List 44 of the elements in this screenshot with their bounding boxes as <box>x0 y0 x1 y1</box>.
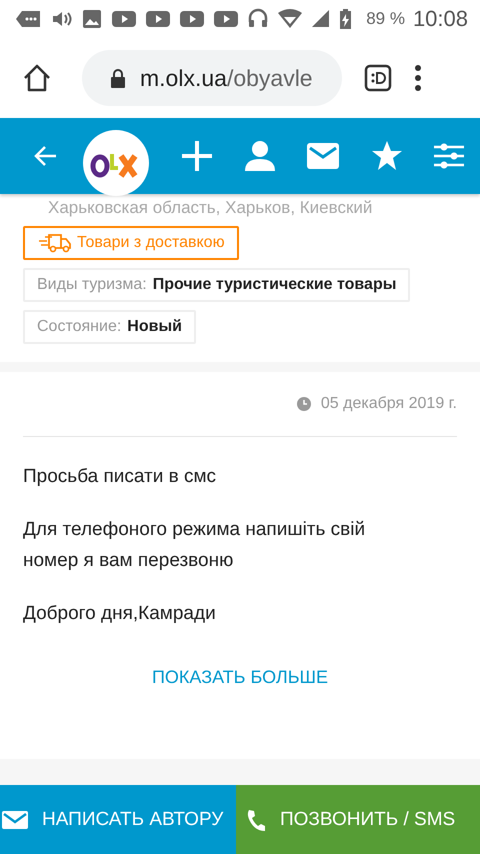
menu-icon[interactable] <box>414 64 422 92</box>
volume-icon <box>52 10 72 28</box>
url-text: m.olx.ua/obyavle <box>140 64 313 92</box>
more-notification-icon <box>16 10 42 28</box>
parameter-value: Новый <box>127 318 182 336</box>
video-icon <box>146 10 170 28</box>
signal-icon <box>312 10 330 28</box>
image-icon <box>82 9 102 29</box>
clock-time: 10:08 <box>412 6 468 32</box>
logo-icon[interactable] <box>83 130 150 196</box>
lock-icon <box>110 68 126 88</box>
parameter-label: Виды туризма: <box>37 276 147 294</box>
headphones-icon <box>248 8 268 30</box>
battery-percent: 89 % <box>366 9 405 29</box>
video-icon <box>112 10 136 28</box>
mail-icon[interactable] <box>307 143 340 169</box>
description-paragraph: Доброго дня,Камради <box>23 602 217 626</box>
user-icon[interactable] <box>244 140 276 172</box>
truck-icon <box>39 233 71 253</box>
location-text: Харьковская область, Харьков, Киевский <box>48 198 372 217</box>
description-paragraph: Для телефоного режима напишіть свій номер я вам перезвоню <box>23 518 366 573</box>
parameter-label: Состояние: <box>37 318 122 336</box>
mail-icon <box>2 810 28 828</box>
home-icon[interactable] <box>22 63 52 93</box>
battery-icon <box>340 9 351 29</box>
clock-icon <box>296 397 311 411</box>
star-icon[interactable] <box>370 141 403 171</box>
description-paragraph: Просьба писати в смс <box>23 465 218 489</box>
address-bar[interactable]: m.olx.ua/obyavle <box>82 50 342 106</box>
show-more-link[interactable]: ПОКАЗАТЬ БОЛЬШЕ <box>152 667 328 688</box>
call-button[interactable]: ПОЗВОНИТЬ / SMS <box>236 785 480 854</box>
phone-icon <box>246 808 266 830</box>
video-icon <box>180 10 204 28</box>
video-icon <box>214 10 238 28</box>
tab-switcher-icon[interactable] <box>364 64 392 92</box>
posted-date: 05 декабря 2019 г. <box>320 395 457 413</box>
wifi-icon <box>278 9 302 29</box>
parameter-value: Прочие туристические товары <box>152 276 396 294</box>
delivery-label: Товари з доставкою <box>77 234 225 252</box>
back-arrow-icon[interactable] <box>34 145 58 167</box>
plus-icon[interactable] <box>180 140 213 172</box>
message-button[interactable]: НАПИСАТЬ АВТОРУ <box>0 785 236 854</box>
delivery-tag[interactable]: Товари з доставкою <box>23 226 239 260</box>
filter-sliders-icon[interactable] <box>434 141 464 171</box>
